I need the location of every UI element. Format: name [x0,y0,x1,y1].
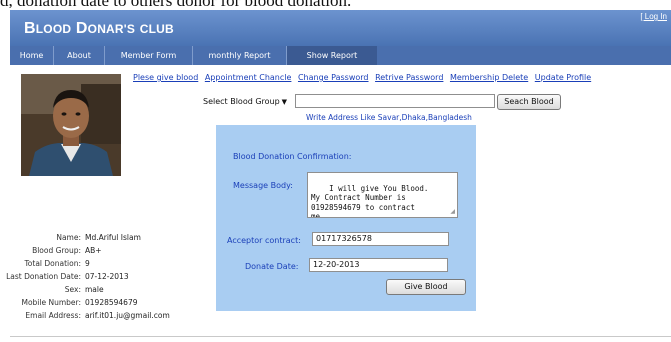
member-photo-image [21,74,121,176]
nav-monthly-report[interactable]: monthly Report [193,46,287,65]
profile-row-email: Email Address: arif.it01.ju@gmail.com [0,311,220,323]
link-appointment-chancle[interactable]: Appointment Chancle [205,73,292,82]
member-photo [21,74,121,176]
site-header: BLOOD DONAR'S CLUB [ Log In [10,10,671,46]
main-navbar: Home About Member Form monthly Report Sh… [10,46,671,65]
message-body-textarea[interactable]: I will give You Blood. My Contract Numbe… [307,172,458,218]
profile-key: Blood Group: [32,246,81,255]
address-search-input[interactable] [295,94,495,108]
login-link[interactable]: [ Log In [640,12,667,21]
give-blood-button[interactable]: Give Blood [386,279,466,295]
footer-divider [10,336,671,337]
profile-value: arif.it01.ju@gmail.com [85,311,170,320]
profile-row-name: Name: Md.Ariful Islam [0,233,220,245]
blood-group-select-value: Select Blood Group [203,97,280,106]
acceptor-contract-input[interactable]: 01717326578 [312,232,449,246]
donate-date-input[interactable]: 12-20-2013 [309,258,448,272]
member-action-links: Plese give blood Appointment Chancle Cha… [133,73,595,82]
profile-row-mobile: Mobile Number: 01928594679 [0,298,220,310]
profile-key: Email Address: [25,311,81,320]
brand-word-lood: LOOD [35,22,72,36]
message-body-label: Message Body: [233,181,293,190]
profile-key: Sex: [64,285,81,294]
link-change-password[interactable]: Change Password [298,73,369,82]
address-hint: Write Address Like Savar,Dhaka,Banglades… [306,113,472,122]
profile-key: Last Donation Date: [6,272,81,281]
profile-row-sex: Sex: male [0,285,220,297]
profile-key: Mobile Number: [21,298,81,307]
nav-show-report[interactable]: Show Report [287,46,377,65]
nav-home[interactable]: Home [10,46,54,65]
profile-row-blood-group: Blood Group: AB+ [0,246,220,258]
profile-value: AB+ [85,246,102,255]
profile-row-last-donation: Last Donation Date: 07-12-2013 [0,272,220,284]
nav-member-form[interactable]: Member Form [105,46,193,65]
acceptor-contract-label: Acceptor contract: [227,236,301,245]
resize-grip-icon[interactable]: ◢ [450,207,455,217]
nav-about[interactable]: About [54,46,105,65]
link-update-profile[interactable]: Update Profile [535,73,591,82]
donation-confirmation-panel: Blood Donation Confirmation: Message Bod… [216,125,476,311]
profile-value: 07-12-2013 [85,272,129,281]
message-body-text: I will give You Blood. My Contract Numbe… [311,183,429,218]
donate-date-label: Donate Date: [245,262,299,271]
caption-fragment: d, donation date to others donor for blo… [0,0,671,8]
confirmation-title: Blood Donation Confirmation: [233,152,352,161]
brand-word-club: CLUB [139,22,174,36]
blood-group-select[interactable]: Select Blood Group ▼ [203,96,289,108]
profile-value: Md.Ariful Islam [85,233,141,242]
site-brand: BLOOD DONAR'S CLUB [24,20,174,38]
brand-letter-d: D [75,20,88,37]
profile-key: Name: [56,233,81,242]
profile-value: 01928594679 [85,298,138,307]
profile-row-total-donation: Total Donation: 9 [0,259,220,271]
link-membership-delete[interactable]: Membership Delete [450,73,528,82]
search-blood-button[interactable]: Seach Blood [497,94,561,110]
brand-letter-b: B [24,20,36,37]
link-retrive-password[interactable]: Retrive Password [375,73,443,82]
profile-value: 9 [85,259,90,268]
brand-word-onars: ONAR'S [87,22,136,36]
profile-value: male [85,285,104,294]
profile-key: Total Donation: [24,259,81,268]
link-plese-give-blood[interactable]: Plese give blood [133,73,198,82]
chevron-down-icon: ▼ [281,98,287,106]
